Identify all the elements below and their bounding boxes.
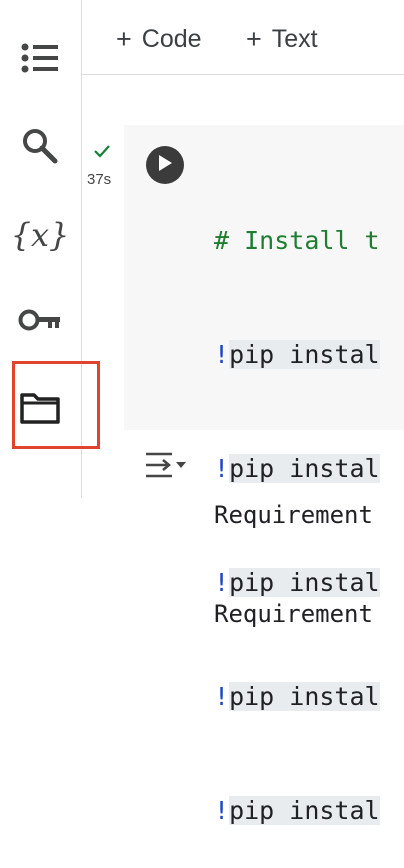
output-line: Requirement [214,501,373,529]
search-button[interactable] [10,118,70,178]
cell-output: Requirement Requirement [214,433,404,664]
code-line: !pip instal [214,796,380,825]
run-cell-button[interactable] [146,146,184,184]
variables-button[interactable]: {x} [10,205,70,265]
folder-icon [19,391,61,430]
output-line: Requirement [214,600,373,628]
code-line: !pip instal [214,682,380,711]
search-icon [20,126,60,171]
code-line: # Install t [214,226,380,255]
add-code-button[interactable]: + Code [116,22,202,56]
plus-icon: + [246,23,262,54]
files-button[interactable] [10,380,70,440]
output-actions-icon[interactable] [140,448,188,482]
table-of-contents-button[interactable] [10,30,70,90]
sidebar: {x} [0,0,82,498]
list-icon [20,41,60,80]
add-code-label: Code [141,24,202,53]
secrets-button[interactable] [10,292,70,352]
add-text-label: Text [271,24,318,53]
variables-icon: {x} [10,216,70,254]
execution-time: 37s [87,171,112,188]
key-icon [18,307,62,338]
check-icon [92,141,112,161]
play-icon [157,154,173,177]
toolbar: + Code + Text [82,0,404,75]
add-text-button[interactable]: + Text [246,22,318,56]
plus-icon: + [116,23,132,54]
code-line: !pip instal [214,340,380,369]
